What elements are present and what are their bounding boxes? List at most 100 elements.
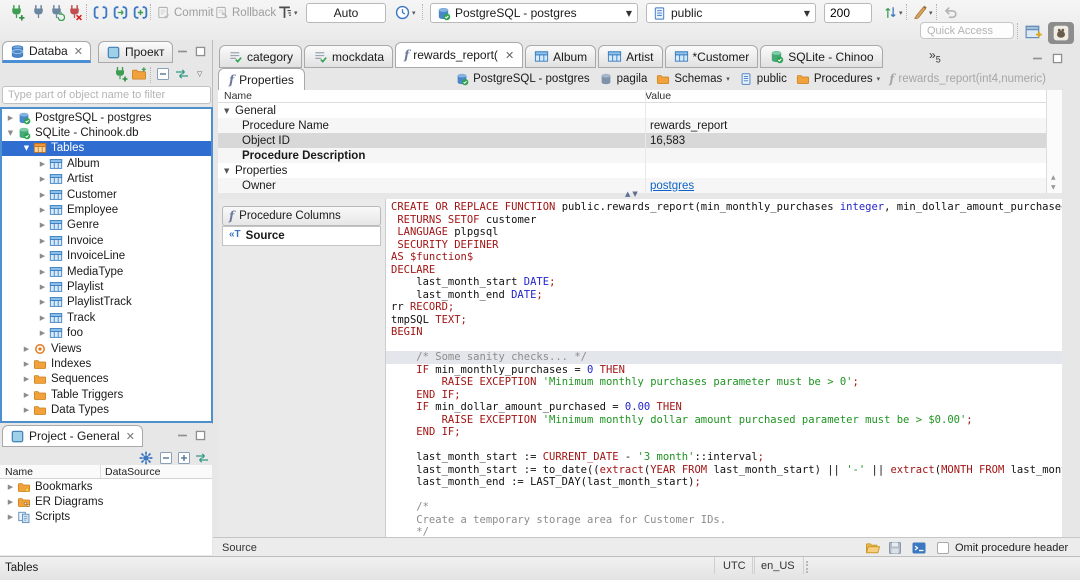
expand-arrow-icon[interactable]: ▶ (36, 160, 49, 168)
maximize-icon[interactable] (194, 45, 207, 58)
query-history-icon[interactable] (394, 4, 411, 21)
navigator-tree-item-postgresql-postgres[interactable]: ▶ PostgreSQL - postgres (2, 110, 211, 125)
navigator-tree-item-playlist[interactable]: ▶ Playlist (2, 279, 211, 294)
tx-mode-select[interactable]: Auto (306, 3, 386, 23)
collapse-arrow-icon[interactable]: ▼ (224, 107, 235, 115)
chevron-down-icon[interactable]: ▾ (877, 75, 881, 83)
editor-tab-rewards-report[interactable]: f rewards_report(✕ (395, 42, 524, 68)
collapse-all-icon[interactable] (155, 66, 171, 82)
datasource-select[interactable]: PostgreSQL - postgres ▼ (430, 3, 638, 23)
column-divider[interactable] (100, 465, 101, 478)
navigator-tree-item-data-types[interactable]: ▶ Data Types (2, 402, 211, 417)
expand-arrow-icon[interactable]: ▶ (20, 360, 33, 368)
grid-row-general[interactable]: ▼ General (218, 103, 1062, 118)
breadcrumb-item-postgresql-postgres[interactable]: PostgreSQL - postgres (455, 72, 590, 86)
minimize-icon[interactable] (176, 45, 189, 58)
navigator-tree-item-mediatype[interactable]: ▶ MediaType (2, 264, 211, 279)
column-header-datasource[interactable]: DataSource (105, 466, 160, 478)
navigator-tree-item-artist[interactable]: ▶ Artist (2, 172, 211, 187)
navigator-tree-item-album[interactable]: ▶ Album (2, 156, 211, 171)
subtab-procedure-columns[interactable]: f Procedure Columns (222, 206, 381, 226)
gear-icon[interactable] (138, 450, 154, 466)
expand-arrow-icon[interactable]: ▶ (20, 345, 33, 353)
expand-arrow-icon[interactable]: ▶ (36, 329, 49, 337)
open-sql-script-icon[interactable] (132, 4, 149, 21)
link-with-editor-icon[interactable] (194, 450, 210, 466)
chevron-down-icon[interactable]: ▾ (294, 9, 298, 17)
expand-arrow-icon[interactable]: ▶ (20, 406, 33, 414)
project-tree[interactable]: ▶ Bookmarks ▶ ER Diagrams ▶ Scripts (0, 479, 212, 555)
expand-arrow-icon[interactable]: ▶ (36, 191, 49, 199)
scroll-up-icon[interactable]: ▲ (1051, 174, 1056, 181)
source-viewer[interactable]: CREATE OR REPLACE FUNCTION public.reward… (385, 199, 1062, 537)
open-perspective-button[interactable] (1022, 22, 1044, 42)
editor-tab-customer[interactable]: *Customer (664, 45, 759, 68)
quick-access-input[interactable] (920, 22, 1014, 39)
navigator-tree-item-employee[interactable]: ▶ Employee (2, 202, 211, 217)
expand-arrow-icon[interactable]: ▶ (36, 298, 49, 306)
project-tree-item-scripts[interactable]: ▶ Scripts (0, 510, 212, 525)
close-icon[interactable]: ✕ (74, 45, 83, 58)
navigator-tree-item-playlisttrack[interactable]: ▶ PlaylistTrack (2, 295, 211, 310)
schema-select[interactable]: public ▼ (646, 3, 816, 23)
grid-row-object-id[interactable]: Object ID 16,583 (218, 133, 1062, 148)
navigator-tree[interactable]: ▶ PostgreSQL - postgres ▼ SQLite - Chinook.… (0, 107, 213, 423)
grid-header[interactable]: Name Value (218, 90, 1062, 103)
breadcrumb-item-public[interactable]: public (739, 72, 787, 86)
editor-tab-artist[interactable]: Artist (598, 45, 663, 68)
commit-button[interactable]: Commit (156, 3, 214, 22)
breadcrumb-item-rewards-report-int4-numeric[interactable]: f rewards_report(int4,numeric) (889, 72, 1046, 86)
timezone-indicator[interactable]: UTC (714, 557, 755, 574)
navigator-tree-item-tables[interactable]: ▼ Tables (2, 140, 211, 157)
expand-arrow-icon[interactable]: ▶ (36, 221, 49, 229)
new-sql-editor-icon[interactable] (112, 4, 129, 21)
expand-arrow-icon[interactable]: ▶ (36, 252, 49, 260)
breadcrumb-item-pagila[interactable]: pagila (599, 72, 647, 86)
omit-procedure-header-checkbox[interactable] (937, 542, 949, 554)
splitter-arrows-icon[interactable]: ▲▼ (625, 190, 640, 198)
editor-tab-overflow[interactable]: »5 (923, 48, 945, 68)
navigator-tree-item-sqlite-chinook-db[interactable]: ▼ SQLite - Chinook.db (2, 125, 211, 140)
chevron-down-icon[interactable]: ▾ (726, 75, 730, 83)
expand-all-icon[interactable] (176, 450, 192, 466)
property-value-link[interactable]: postgres (645, 180, 1062, 192)
subtab-source[interactable]: «T Source (222, 226, 381, 246)
collapse-arrow-icon[interactable]: ▼ (224, 167, 235, 175)
maximize-icon[interactable] (194, 429, 207, 442)
navigator-tree-item-genre[interactable]: ▶ Genre (2, 218, 211, 233)
load-from-file-icon[interactable] (865, 540, 881, 556)
expand-arrow-icon[interactable]: ▶ (4, 483, 17, 491)
project-tree-item-bookmarks[interactable]: ▶ Bookmarks (0, 479, 212, 494)
expand-arrow-icon[interactable]: ▶ (36, 206, 49, 214)
navigator-tree-item-table-triggers[interactable]: ▶ Table Triggers (2, 387, 211, 402)
fetch-size-input[interactable] (824, 3, 872, 23)
grid-row-owner[interactable]: Owner postgres (218, 178, 1062, 193)
editor-tab-album[interactable]: Album (525, 45, 597, 68)
navigator-tree-item-customer[interactable]: ▶ Customer (2, 187, 211, 202)
minimize-icon[interactable] (1031, 52, 1044, 65)
navigator-tree-item-invoice[interactable]: ▶ Invoice (2, 233, 211, 248)
tab-properties[interactable]: f Properties (218, 68, 305, 90)
minimize-icon[interactable] (176, 429, 189, 442)
project-tree-item-er-diagrams[interactable]: ▶ ER Diagrams (0, 494, 212, 509)
column-header-name[interactable]: Name (218, 90, 645, 102)
collapse-arrow-icon[interactable]: ▼ (20, 144, 33, 152)
navigator-tree-item-invoiceline[interactable]: ▶ InvoiceLine (2, 249, 211, 264)
maximize-icon[interactable] (1051, 52, 1064, 65)
column-header-name[interactable]: Name (5, 466, 33, 478)
expand-arrow-icon[interactable]: ▶ (36, 283, 49, 291)
expand-arrow-icon[interactable]: ▶ (36, 237, 49, 245)
column-header-value[interactable]: Value (645, 90, 671, 102)
refresh-icon[interactable] (882, 4, 899, 21)
rollback-button[interactable]: Rollback (214, 3, 276, 22)
close-icon[interactable]: ✕ (505, 49, 514, 62)
project-columns-header[interactable]: Name DataSource (0, 465, 212, 479)
column-divider[interactable] (645, 90, 646, 193)
navigator-tree-item-sequences[interactable]: ▶ Sequences (2, 372, 211, 387)
chevron-down-icon[interactable]: ▾ (899, 9, 903, 17)
transaction-log-icon[interactable] (276, 4, 293, 21)
save-to-file-icon[interactable] (887, 540, 903, 556)
breadcrumb-item-schemas[interactable]: Schemas ▾ (656, 72, 730, 86)
navigator-tree-item-views[interactable]: ▶ Views (2, 341, 211, 356)
navigator-tree-item-track[interactable]: ▶ Track (2, 310, 211, 325)
